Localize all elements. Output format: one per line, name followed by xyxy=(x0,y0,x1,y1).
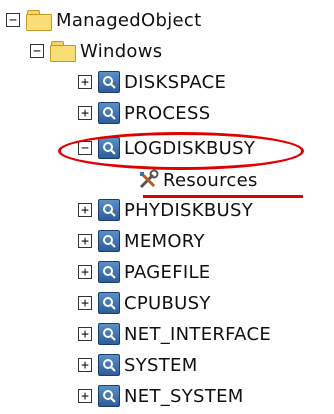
collapse-toggle[interactable]: − xyxy=(6,13,20,27)
tree-node-label: MEMORY xyxy=(124,230,205,252)
expand-toggle[interactable]: + xyxy=(78,296,92,310)
tree-node-label: Resources xyxy=(163,169,258,191)
monitor-icon xyxy=(98,261,120,283)
tree-node-process[interactable]: + PROCESS xyxy=(78,99,210,127)
tree-node-label: SYSTEM xyxy=(124,354,198,376)
monitor-icon xyxy=(98,354,120,376)
expand-toggle[interactable]: + xyxy=(78,234,92,248)
monitor-icon xyxy=(98,102,120,124)
tools-icon xyxy=(137,169,159,191)
tree-node-system[interactable]: + SYSTEM xyxy=(78,351,198,379)
tree-node-label: NET_SYSTEM xyxy=(124,385,244,407)
tree-node-label: PHYDISKBUSY xyxy=(124,199,254,221)
tree-node-net-interface[interactable]: + NET_INTERFACE xyxy=(78,320,271,348)
tree-node-label: Windows xyxy=(80,40,163,62)
collapse-toggle[interactable]: − xyxy=(30,44,44,58)
tree-node-cpubusy[interactable]: + CPUBUSY xyxy=(78,289,211,317)
expand-toggle[interactable]: + xyxy=(78,358,92,372)
monitor-icon xyxy=(98,323,120,345)
tree-node-diskspace[interactable]: + DISKSPACE xyxy=(78,68,226,96)
tree-node-label: DISKSPACE xyxy=(124,71,227,93)
folder-icon xyxy=(50,41,76,62)
tree-node-phydiskbusy[interactable]: + PHYDISKBUSY xyxy=(78,196,253,224)
expand-toggle[interactable]: + xyxy=(78,75,92,89)
tree-node-memory[interactable]: + MEMORY xyxy=(78,227,205,255)
tree-node-label: PROCESS xyxy=(124,102,211,124)
tree-node-label: CPUBUSY xyxy=(124,292,211,314)
folder-icon xyxy=(26,10,52,31)
monitor-icon xyxy=(98,230,120,252)
tree-node-label: PAGEFILE xyxy=(124,261,211,283)
tree-node-label: NET_INTERFACE xyxy=(124,323,272,345)
expand-toggle[interactable]: + xyxy=(78,106,92,120)
expand-toggle[interactable]: + xyxy=(78,203,92,217)
tree-node-net-system[interactable]: + NET_SYSTEM xyxy=(78,382,244,410)
monitor-icon xyxy=(98,199,120,221)
expand-toggle[interactable]: + xyxy=(78,389,92,403)
highlight-ellipse xyxy=(58,132,304,170)
monitor-icon xyxy=(98,71,120,93)
monitor-icon xyxy=(98,292,120,314)
expand-toggle[interactable]: + xyxy=(78,327,92,341)
monitor-icon xyxy=(98,385,120,407)
tree-node-label: ManagedObject xyxy=(56,9,202,31)
tree-node-pagefile[interactable]: + PAGEFILE xyxy=(78,258,211,286)
expand-toggle[interactable]: + xyxy=(78,265,92,279)
highlight-underline xyxy=(143,195,303,198)
tree-node-resources[interactable]: Resources xyxy=(137,166,258,194)
tree-node-windows[interactable]: − Windows xyxy=(30,37,162,65)
tree-node-managedobject[interactable]: − ManagedObject xyxy=(6,6,201,34)
